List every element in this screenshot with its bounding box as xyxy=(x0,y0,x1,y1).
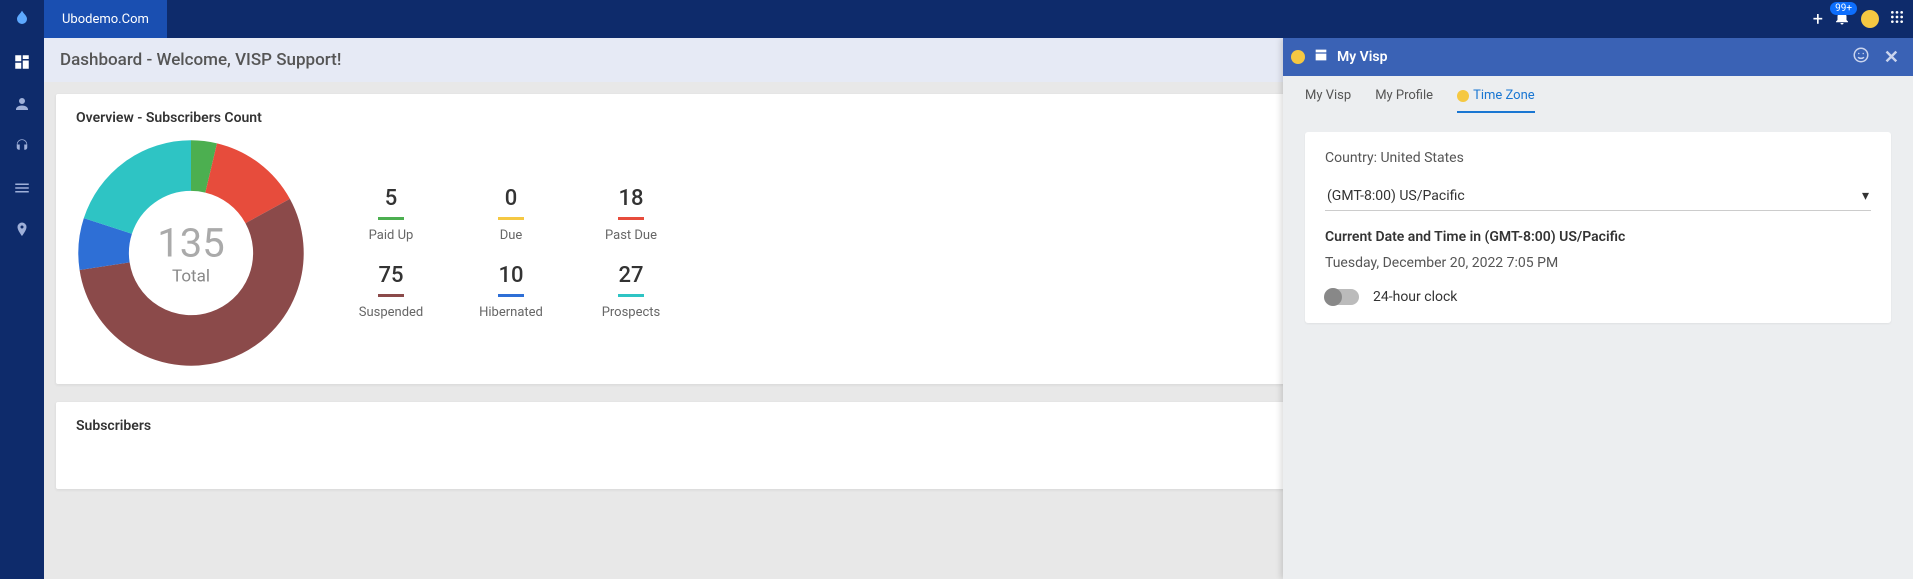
stat-color-bar xyxy=(618,294,644,297)
clock-24h-toggle[interactable] xyxy=(1325,289,1359,305)
stat-value: 18 xyxy=(576,186,686,217)
top-bar: Ubodemo.Com + 99+ xyxy=(0,0,1913,38)
timezone-selected: (GMT-8:00) US/Pacific xyxy=(1327,188,1465,204)
stat-color-bar xyxy=(618,217,644,220)
main-content: Dashboard - Welcome, VISP Support! Overv… xyxy=(44,38,1913,579)
stat-item: 10 Hibernated xyxy=(456,263,566,320)
stat-label: Due xyxy=(456,228,566,243)
stat-item: 27 Prospects xyxy=(576,263,686,320)
stat-color-bar xyxy=(498,217,524,220)
panel-tabs: My Visp My Profile Time Zone xyxy=(1283,76,1913,114)
notification-badge: 99+ xyxy=(1830,2,1857,15)
panel-title: My Visp xyxy=(1337,49,1387,65)
close-icon[interactable]: ✕ xyxy=(1884,47,1899,68)
chevron-down-icon: ▾ xyxy=(1862,188,1869,204)
stat-value: 5 xyxy=(336,186,446,217)
subscribers-donut-chart: 135 Total xyxy=(76,138,306,368)
stat-label: Past Due xyxy=(576,228,686,243)
logo-icon xyxy=(8,5,36,33)
smile-icon[interactable] xyxy=(1852,46,1870,68)
notifications-icon[interactable]: 99+ xyxy=(1833,8,1851,30)
sidebar-item-support[interactable] xyxy=(12,136,32,156)
stat-item: 5 Paid Up xyxy=(336,186,446,243)
panel-tab[interactable]: My Profile xyxy=(1375,88,1433,113)
stat-value: 10 xyxy=(456,263,566,294)
stat-label: Prospects xyxy=(576,305,686,320)
sidebar-item-list[interactable] xyxy=(12,178,32,198)
stat-color-bar xyxy=(378,294,404,297)
sidebar-item-dashboard[interactable] xyxy=(12,52,32,72)
stat-label: Suspended xyxy=(336,305,446,320)
stat-color-bar xyxy=(378,217,404,220)
apps-icon[interactable] xyxy=(1889,9,1905,29)
sidebar xyxy=(0,38,44,579)
timezone-settings-card: Country: United States (GMT-8:00) US/Pac… xyxy=(1305,132,1891,323)
panel-card-icon xyxy=(1313,47,1329,67)
avatar[interactable] xyxy=(1861,10,1879,28)
panel-header: My Visp ✕ xyxy=(1283,38,1913,76)
stat-label: Paid Up xyxy=(336,228,446,243)
panel-tab[interactable]: Time Zone xyxy=(1457,88,1535,113)
sidebar-item-location[interactable] xyxy=(12,220,32,240)
sidebar-item-person[interactable] xyxy=(12,94,32,114)
donut-segment xyxy=(211,168,268,211)
add-button[interactable]: + xyxy=(1813,9,1823,30)
panel-tab[interactable]: My Visp xyxy=(1305,88,1351,113)
total-value: 135 xyxy=(157,220,224,267)
total-label: Total xyxy=(157,267,224,287)
country-label: Country: United States xyxy=(1325,150,1871,166)
stat-item: 18 Past Due xyxy=(576,186,686,243)
stat-value: 0 xyxy=(456,186,566,217)
donut-segment xyxy=(104,226,108,266)
my-visp-panel: My Visp ✕ My Visp My Profile Time Zone Cou… xyxy=(1283,38,1913,579)
tab-indicator-icon xyxy=(1457,90,1469,102)
stat-label: Hibernated xyxy=(456,305,566,320)
stats-grid: 5 Paid Up0 Due18 Past Due75 Suspended10 … xyxy=(336,186,686,320)
current-datetime-value: Tuesday, December 20, 2022 7:05 PM xyxy=(1325,255,1871,271)
current-datetime-heading: Current Date and Time in (GMT-8:00) US/P… xyxy=(1325,229,1871,245)
donut-segment xyxy=(108,166,191,226)
site-tab[interactable]: Ubodemo.Com xyxy=(44,0,167,38)
stat-value: 27 xyxy=(576,263,686,294)
stat-color-bar xyxy=(498,294,524,297)
clock-24h-label: 24-hour clock xyxy=(1373,289,1457,305)
timezone-select[interactable]: (GMT-8:00) US/Pacific ▾ xyxy=(1325,182,1871,211)
stat-item: 0 Due xyxy=(456,186,566,243)
panel-indicator-icon xyxy=(1291,50,1305,64)
stat-value: 75 xyxy=(336,263,446,294)
stat-item: 75 Suspended xyxy=(336,263,446,320)
donut-segment xyxy=(191,166,211,168)
